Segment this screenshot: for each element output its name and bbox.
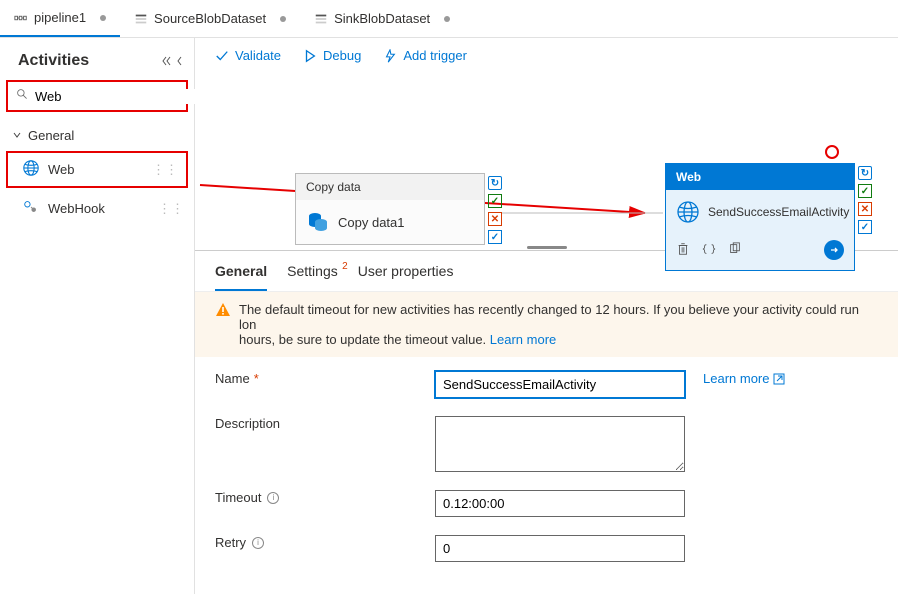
globe-icon bbox=[22, 159, 40, 180]
description-label: Description bbox=[215, 416, 280, 431]
pipeline-toolbar: Validate Debug Add trigger bbox=[195, 38, 898, 73]
node-status-ports[interactable]: ↻ ✓ ✕ ✓ bbox=[858, 166, 872, 234]
copy-icon[interactable] bbox=[728, 242, 742, 259]
timeout-label: Timeout bbox=[215, 490, 261, 505]
status-fail-icon[interactable]: ✕ bbox=[858, 202, 872, 216]
status-success-icon[interactable]: ✓ bbox=[488, 194, 502, 208]
editor-tabs: pipeline1 SourceBlobDataset SinkBlobData… bbox=[0, 0, 898, 38]
description-input[interactable] bbox=[435, 416, 685, 472]
info-icon[interactable]: i bbox=[267, 492, 279, 504]
warning-learn-more-link[interactable]: Learn more bbox=[490, 332, 556, 347]
copy-data-activity-node[interactable]: Copy data Copy data1 bbox=[295, 173, 485, 245]
tab-pipeline1[interactable]: pipeline1 bbox=[0, 0, 120, 37]
tab-general[interactable]: General bbox=[215, 263, 267, 291]
status-fail-icon[interactable]: ✕ bbox=[488, 212, 502, 226]
tab-settings[interactable]: Settings2 bbox=[287, 263, 338, 291]
timeout-input[interactable] bbox=[435, 490, 685, 517]
category-general[interactable]: General bbox=[0, 122, 194, 149]
copy-data-icon bbox=[306, 210, 330, 234]
tab-label: SourceBlobDataset bbox=[154, 11, 266, 26]
activity-item-label: Web bbox=[48, 162, 75, 177]
status-loop-icon[interactable]: ↻ bbox=[858, 166, 872, 180]
learn-more-link[interactable]: Learn more bbox=[703, 371, 785, 386]
grip-icon: ⋮⋮ bbox=[158, 201, 184, 217]
pipeline-canvas[interactable]: Copy data Copy data1 ↻ ✓ ✕ ✓ Web bbox=[195, 73, 898, 244]
unsaved-dot-icon bbox=[100, 15, 106, 21]
tool-label: Debug bbox=[323, 48, 361, 63]
tab-label: SinkBlobDataset bbox=[334, 11, 430, 26]
name-input[interactable] bbox=[435, 371, 685, 398]
chevron-down-icon bbox=[12, 128, 22, 143]
web-activity-node[interactable]: Web SendSuccessEmailActivity bbox=[665, 163, 855, 271]
debug-button[interactable]: Debug bbox=[303, 48, 361, 63]
node-status-ports[interactable]: ↻ ✓ ✕ ✓ bbox=[488, 176, 502, 244]
expand-button[interactable] bbox=[824, 240, 844, 260]
timeout-warning-banner: The default timeout for new activities h… bbox=[195, 291, 898, 357]
dataset-icon bbox=[314, 12, 328, 26]
status-skip-icon[interactable]: ✓ bbox=[858, 220, 872, 234]
tab-label: pipeline1 bbox=[34, 10, 86, 25]
node-type-label: Web bbox=[666, 164, 854, 190]
name-label: Name bbox=[215, 371, 250, 386]
add-trigger-button[interactable]: Add trigger bbox=[383, 48, 467, 63]
validate-button[interactable]: Validate bbox=[215, 48, 281, 63]
warning-text: The default timeout for new activities h… bbox=[239, 302, 859, 332]
activities-sidebar: Activities General bbox=[0, 38, 195, 594]
pipeline-icon bbox=[14, 11, 28, 25]
delete-icon[interactable] bbox=[676, 242, 690, 259]
activity-details-pane: General Settings2 User properties The de… bbox=[195, 250, 898, 594]
webhook-icon bbox=[22, 198, 40, 219]
node-name: Copy data1 bbox=[338, 215, 405, 230]
annotation-circle bbox=[825, 145, 839, 159]
search-input[interactable] bbox=[35, 89, 211, 104]
unsaved-dot-icon bbox=[280, 16, 286, 22]
info-icon[interactable]: i bbox=[252, 537, 264, 549]
retry-input[interactable] bbox=[435, 535, 685, 562]
category-label: General bbox=[28, 128, 74, 143]
unsaved-dot-icon bbox=[444, 16, 450, 22]
warning-icon bbox=[215, 302, 231, 321]
warning-text: hours, be sure to update the timeout val… bbox=[239, 332, 490, 347]
retry-label: Retry bbox=[215, 535, 246, 550]
activity-item-webhook[interactable]: WebHook ⋮⋮ bbox=[0, 190, 194, 227]
tab-source-dataset[interactable]: SourceBlobDataset bbox=[120, 0, 300, 37]
collapse-sidebar-button[interactable] bbox=[162, 56, 184, 66]
node-type-label: Copy data bbox=[296, 174, 484, 200]
tool-label: Add trigger bbox=[403, 48, 467, 63]
node-name: SendSuccessEmailActivity bbox=[708, 205, 849, 219]
status-success-icon[interactable]: ✓ bbox=[858, 184, 872, 198]
status-loop-icon[interactable]: ↻ bbox=[488, 176, 502, 190]
tool-label: Validate bbox=[235, 48, 281, 63]
dataset-icon bbox=[134, 12, 148, 26]
activity-item-web[interactable]: Web ⋮⋮ bbox=[6, 151, 188, 188]
status-skip-icon[interactable]: ✓ bbox=[488, 230, 502, 244]
settings-badge: 2 bbox=[342, 261, 348, 272]
activity-item-label: WebHook bbox=[48, 201, 105, 216]
activities-search[interactable] bbox=[6, 80, 188, 112]
search-icon bbox=[16, 88, 29, 104]
tab-sink-dataset[interactable]: SinkBlobDataset bbox=[300, 0, 464, 37]
tab-user-properties[interactable]: User properties bbox=[358, 263, 454, 291]
sidebar-title: Activities bbox=[18, 52, 89, 70]
required-asterisk: * bbox=[254, 371, 259, 386]
grip-icon: ⋮⋮ bbox=[152, 162, 178, 178]
code-icon[interactable] bbox=[702, 242, 716, 259]
globe-icon bbox=[676, 200, 700, 224]
